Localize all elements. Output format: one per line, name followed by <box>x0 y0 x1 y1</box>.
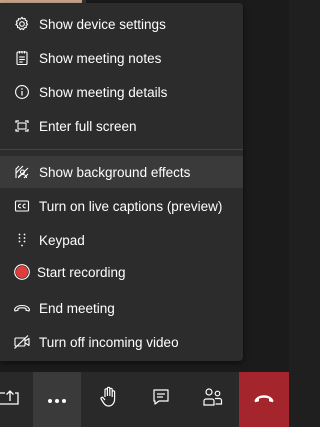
chat-button[interactable] <box>137 372 185 427</box>
menu-item-label: Show background effects <box>39 164 191 180</box>
menu-item-incoming-video-off[interactable]: Turn off incoming video <box>0 326 243 358</box>
record-icon <box>13 263 31 281</box>
menu-item-label: Turn off incoming video <box>39 334 179 350</box>
menu-divider <box>0 149 243 150</box>
captions-icon <box>13 197 31 215</box>
raise-hand-button[interactable] <box>85 372 133 427</box>
menu-item-label: Show meeting details <box>39 84 168 100</box>
menu-item-label: Turn on live captions (preview) <box>39 198 223 214</box>
keypad-icon <box>13 231 31 249</box>
video-off-icon <box>13 333 31 351</box>
more-options-button[interactable] <box>33 372 81 427</box>
chat-icon <box>151 387 171 412</box>
menu-item-background-effects[interactable]: Show background effects <box>0 156 243 188</box>
fullscreen-icon <box>13 117 31 135</box>
menu-item-label: Start recording <box>37 264 126 280</box>
info-icon <box>13 83 31 101</box>
menu-item-label: Keypad <box>39 232 85 248</box>
more-options-menu: Show device settings Show meeting notes … <box>0 3 243 361</box>
menu-item-label: Show device settings <box>39 16 166 32</box>
menu-item-meeting-notes[interactable]: Show meeting notes <box>0 42 243 74</box>
menu-item-device-settings[interactable]: Show device settings <box>0 8 243 40</box>
background-effects-icon <box>13 163 31 181</box>
hang-up-button[interactable] <box>239 372 289 427</box>
menu-item-start-recording[interactable]: Start recording <box>0 256 243 288</box>
menu-item-keypad[interactable]: Keypad <box>0 224 243 256</box>
participants-icon <box>202 387 224 412</box>
menu-item-label: End meeting <box>39 300 115 316</box>
menu-item-label: Enter full screen <box>39 118 137 134</box>
menu-item-full-screen[interactable]: Enter full screen <box>0 110 243 142</box>
share-icon <box>0 387 20 412</box>
menu-item-end-meeting[interactable]: End meeting <box>0 292 243 324</box>
hang-up-icon <box>253 391 275 409</box>
gear-icon <box>13 15 31 33</box>
menu-item-label: Show meeting notes <box>39 50 162 66</box>
end-meeting-icon <box>13 299 31 317</box>
raise-hand-icon <box>99 386 119 413</box>
menu-item-live-captions[interactable]: Turn on live captions (preview) <box>0 190 243 222</box>
more-options-icon <box>47 391 67 409</box>
meeting-toolbar <box>0 372 289 427</box>
participants-button[interactable] <box>189 372 237 427</box>
notes-icon <box>13 49 31 67</box>
menu-item-meeting-details[interactable]: Show meeting details <box>0 76 243 108</box>
share-button[interactable] <box>0 372 20 427</box>
